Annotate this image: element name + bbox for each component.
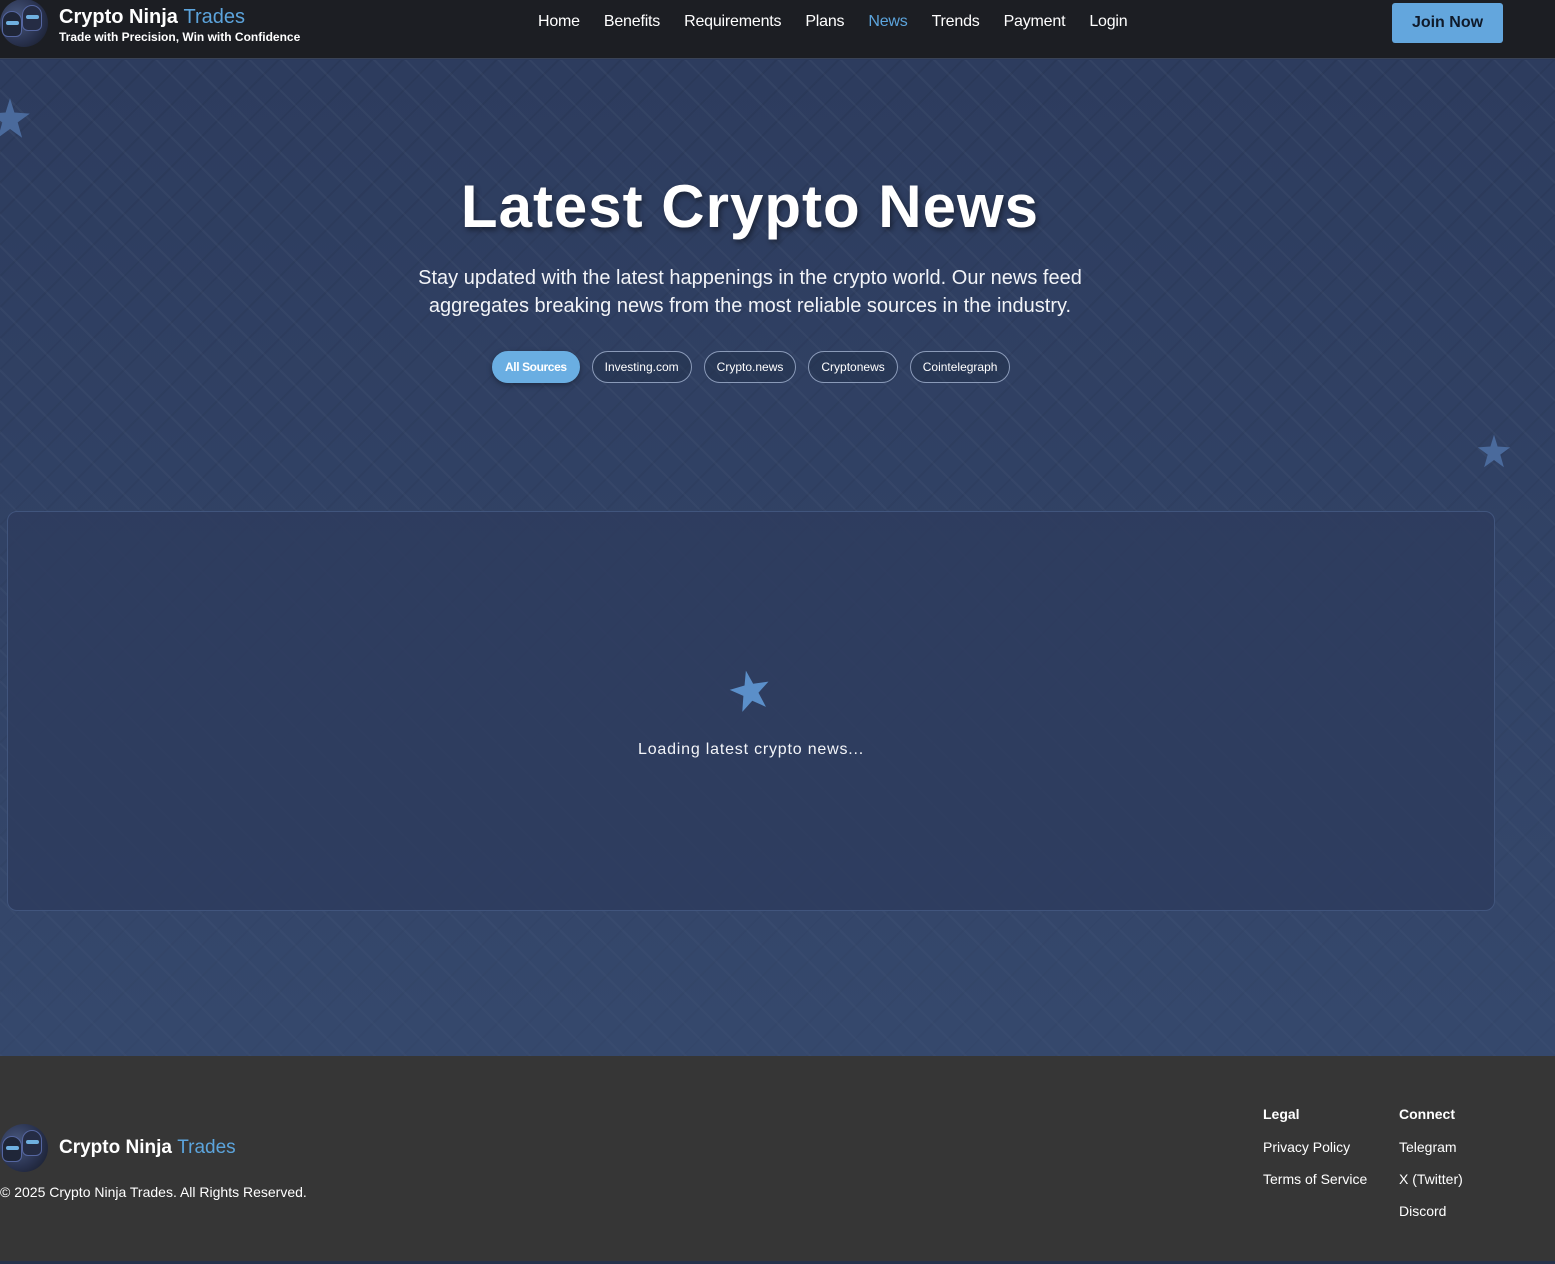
- brand-logo-link[interactable]: Crypto Ninja Trades Trade with Precision…: [0, 0, 300, 47]
- filter-all-sources[interactable]: All Sources: [492, 351, 580, 383]
- footer-brand-primary: Crypto Ninja: [59, 1137, 172, 1158]
- footer-connect-column: Connect Telegram X (Twitter) Discord: [1399, 1106, 1463, 1235]
- ninja-logo-icon: [0, 0, 48, 47]
- footer-legal-heading: Legal: [1263, 1106, 1300, 1122]
- nav-item-trends[interactable]: Trends: [920, 12, 992, 32]
- site-header: Crypto Ninja Trades Trade with Precision…: [0, 0, 1555, 59]
- filter-investing[interactable]: Investing.com: [591, 351, 692, 383]
- brand-name: Crypto Ninja Trades: [59, 6, 300, 28]
- filter-cointelegraph[interactable]: Cointelegraph: [909, 351, 1011, 383]
- filter-crypto-news[interactable]: Crypto.news: [703, 351, 797, 383]
- twitter-link[interactable]: X (Twitter): [1399, 1171, 1463, 1187]
- footer-brand-name: Crypto Ninja Trades: [59, 1137, 236, 1159]
- page-title: Latest Crypto News: [460, 173, 1040, 240]
- copyright-text: © 2025 Crypto Ninja Trades. All Rights R…: [0, 1184, 307, 1200]
- shuriken-star-icon: [1477, 434, 1511, 468]
- news-feed-panel: Loading latest crypto news...: [7, 511, 1495, 911]
- terms-of-service-link[interactable]: Terms of Service: [1263, 1171, 1367, 1187]
- brand-name-accent: Trades: [183, 6, 245, 28]
- brand-name-primary: Crypto Ninja: [59, 6, 178, 28]
- footer-brand[interactable]: Crypto Ninja Trades: [0, 1124, 236, 1172]
- discord-link[interactable]: Discord: [1399, 1203, 1463, 1219]
- ninja-logo-icon: [0, 1124, 48, 1172]
- nav-item-benefits[interactable]: Benefits: [592, 12, 672, 32]
- shuriken-star-icon: [0, 98, 30, 138]
- nav-item-news[interactable]: News: [856, 12, 919, 32]
- footer-connect-heading: Connect: [1399, 1106, 1455, 1122]
- news-page-main: Latest Crypto News Stay updated with the…: [0, 60, 1555, 1056]
- privacy-policy-link[interactable]: Privacy Policy: [1263, 1139, 1367, 1155]
- main-nav: Home Benefits Requirements Plans News Tr…: [526, 12, 1139, 32]
- shuriken-spinner-icon: [729, 670, 769, 712]
- site-footer: Crypto Ninja Trades © 2025 Crypto Ninja …: [0, 1056, 1555, 1264]
- nav-item-requirements[interactable]: Requirements: [672, 12, 793, 32]
- nav-item-payment[interactable]: Payment: [992, 12, 1078, 32]
- filter-cryptonews[interactable]: Cryptonews: [808, 351, 898, 383]
- brand-tagline: Trade with Precision, Win with Confidenc…: [59, 30, 301, 44]
- telegram-link[interactable]: Telegram: [1399, 1139, 1463, 1155]
- brand-text: Crypto Ninja Trades Trade with Precision…: [59, 6, 300, 44]
- footer-legal-column: Legal Privacy Policy Terms of Service: [1263, 1106, 1367, 1203]
- footer-brand-accent: Trades: [177, 1137, 236, 1158]
- nav-item-home[interactable]: Home: [526, 12, 592, 32]
- nav-item-plans[interactable]: Plans: [793, 12, 856, 32]
- loading-message: Loading latest crypto news...: [638, 741, 864, 758]
- page-subtitle: Stay updated with the latest happenings …: [418, 267, 1082, 317]
- join-now-button[interactable]: Join Now: [1392, 3, 1503, 43]
- source-filter-group: All Sources Investing.com Crypto.news Cr…: [492, 351, 1022, 383]
- nav-item-login[interactable]: Login: [1077, 12, 1139, 32]
